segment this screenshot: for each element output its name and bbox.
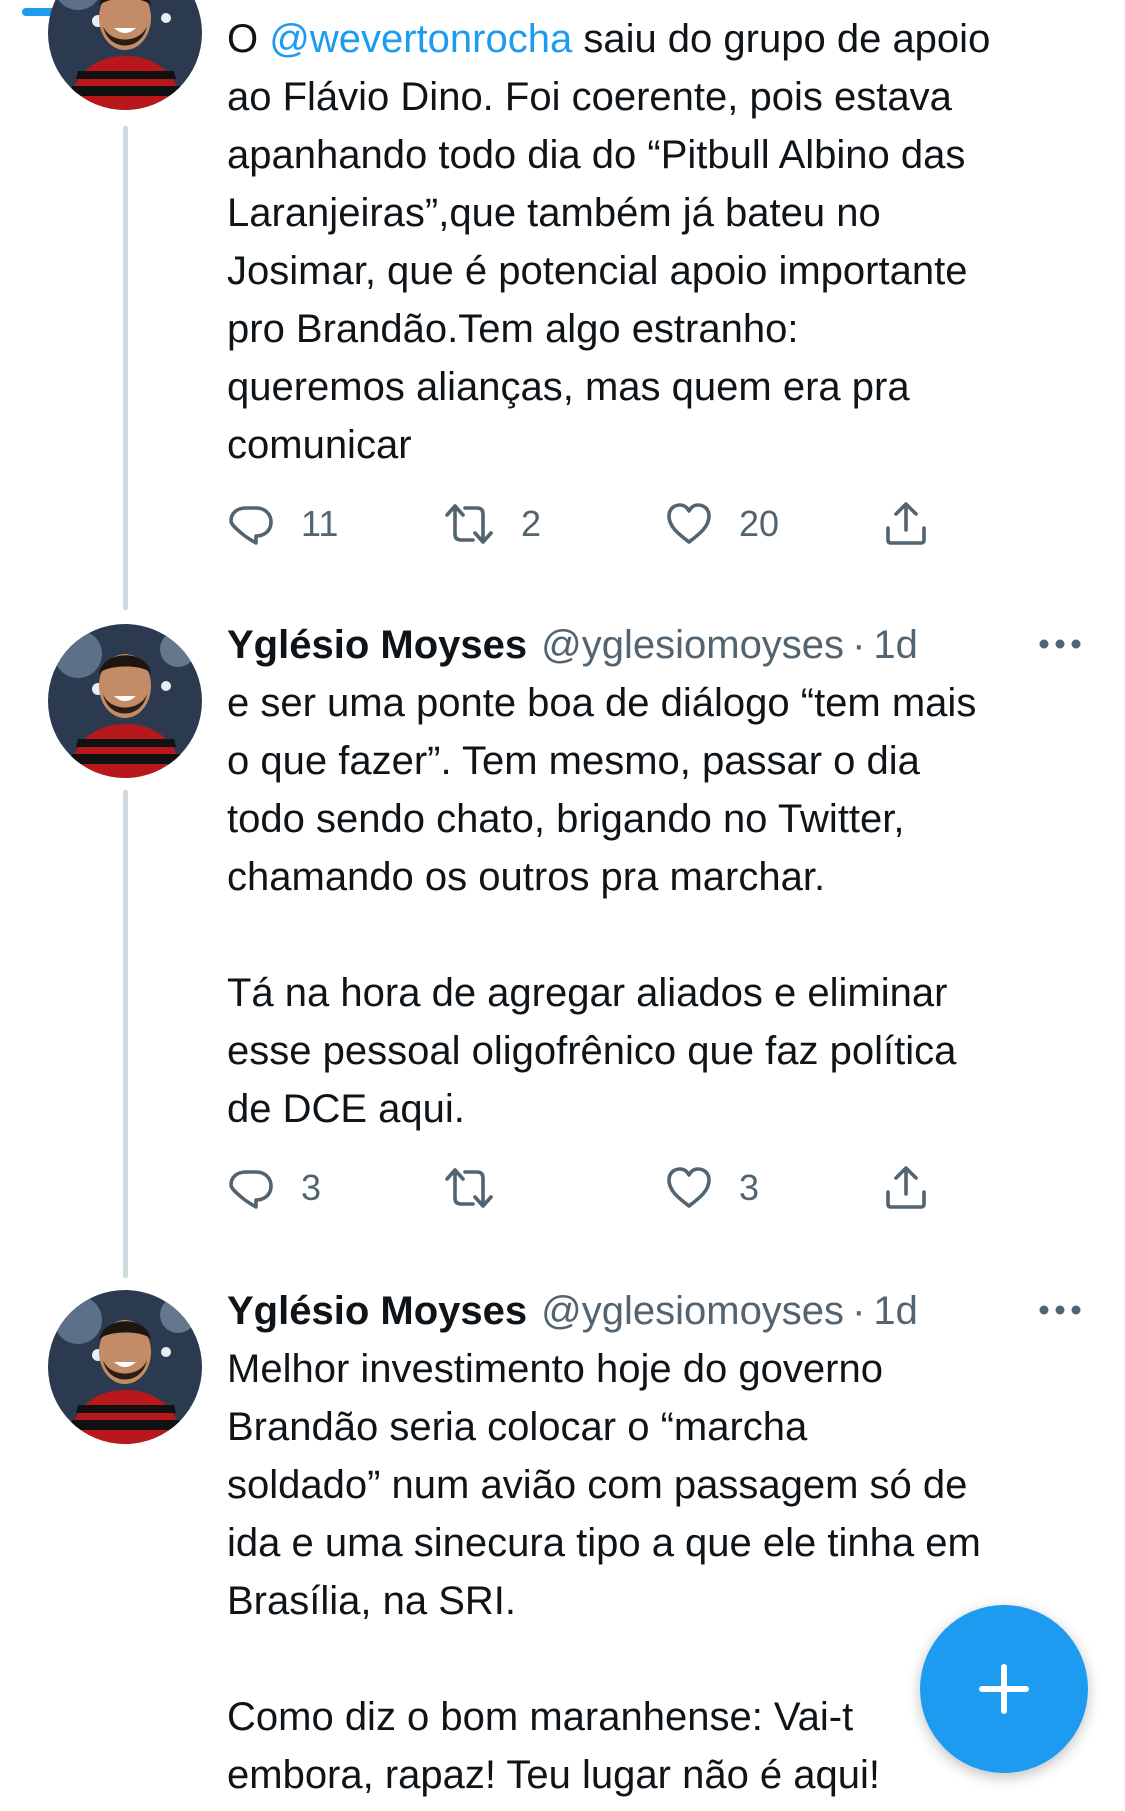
heart-icon [665,500,713,548]
reply-button[interactable]: 3 [227,1158,321,1218]
like-count: 20 [739,503,780,544]
more-icon[interactable] [1038,1302,1082,1318]
like-button[interactable]: 20 [665,494,779,554]
mention-link[interactable]: @wevertonrocha [269,17,572,61]
tweet-time[interactable]: 1d [873,623,918,668]
author-name[interactable]: Yglésio Moyses [227,623,527,668]
retweet-icon [443,1164,495,1212]
plus-icon [979,1664,1029,1714]
share-icon [882,1164,930,1212]
like-button[interactable]: 3 [665,1158,759,1218]
share-icon [882,500,930,548]
retweet-button[interactable] [443,1158,521,1218]
tweet-header: Yglésio Moyses @yglesiomoyses · 1d [227,1282,1082,1340]
tweet-actions: 3 3 [227,1158,1082,1218]
separator: · [852,1288,866,1333]
more-icon[interactable] [1038,636,1082,652]
reply-icon [227,500,275,548]
retweet-icon [443,500,495,548]
heart-icon [665,1164,713,1212]
author-name[interactable]: Yglésio Moyses [227,1289,527,1334]
retweet-count: 2 [521,503,542,544]
avatar[interactable] [48,1290,202,1444]
compose-tweet-button[interactable] [920,1605,1088,1773]
reply-icon [227,1164,275,1212]
author-handle[interactable]: @yglesiomoyses [541,623,844,668]
reply-button[interactable]: 11 [227,494,338,554]
avatar[interactable] [48,0,202,110]
author-handle[interactable]: @yglesiomoyses [541,1289,844,1334]
avatar[interactable] [48,624,202,778]
tweet-header: Yglésio Moyses @yglesiomoyses · 1d [227,616,1082,674]
tweet-time[interactable]: 1d [873,1289,918,1334]
reply-count: 3 [301,1167,322,1208]
reply-count: 11 [301,503,339,544]
tweet-text: e ser uma ponte boa de diálogo “tem mais… [227,681,977,1131]
thread-line [123,790,128,1278]
tweet-text: O @wevertonrocha saiu do grupo de apoio … [227,17,991,467]
retweet-button[interactable]: 2 [443,494,541,554]
like-count: 3 [739,1167,760,1208]
share-button[interactable] [882,494,930,554]
tweet-actions: 11 2 20 [227,494,1082,554]
separator: · [852,622,866,667]
thread-line [123,126,128,610]
share-button[interactable] [882,1158,930,1218]
